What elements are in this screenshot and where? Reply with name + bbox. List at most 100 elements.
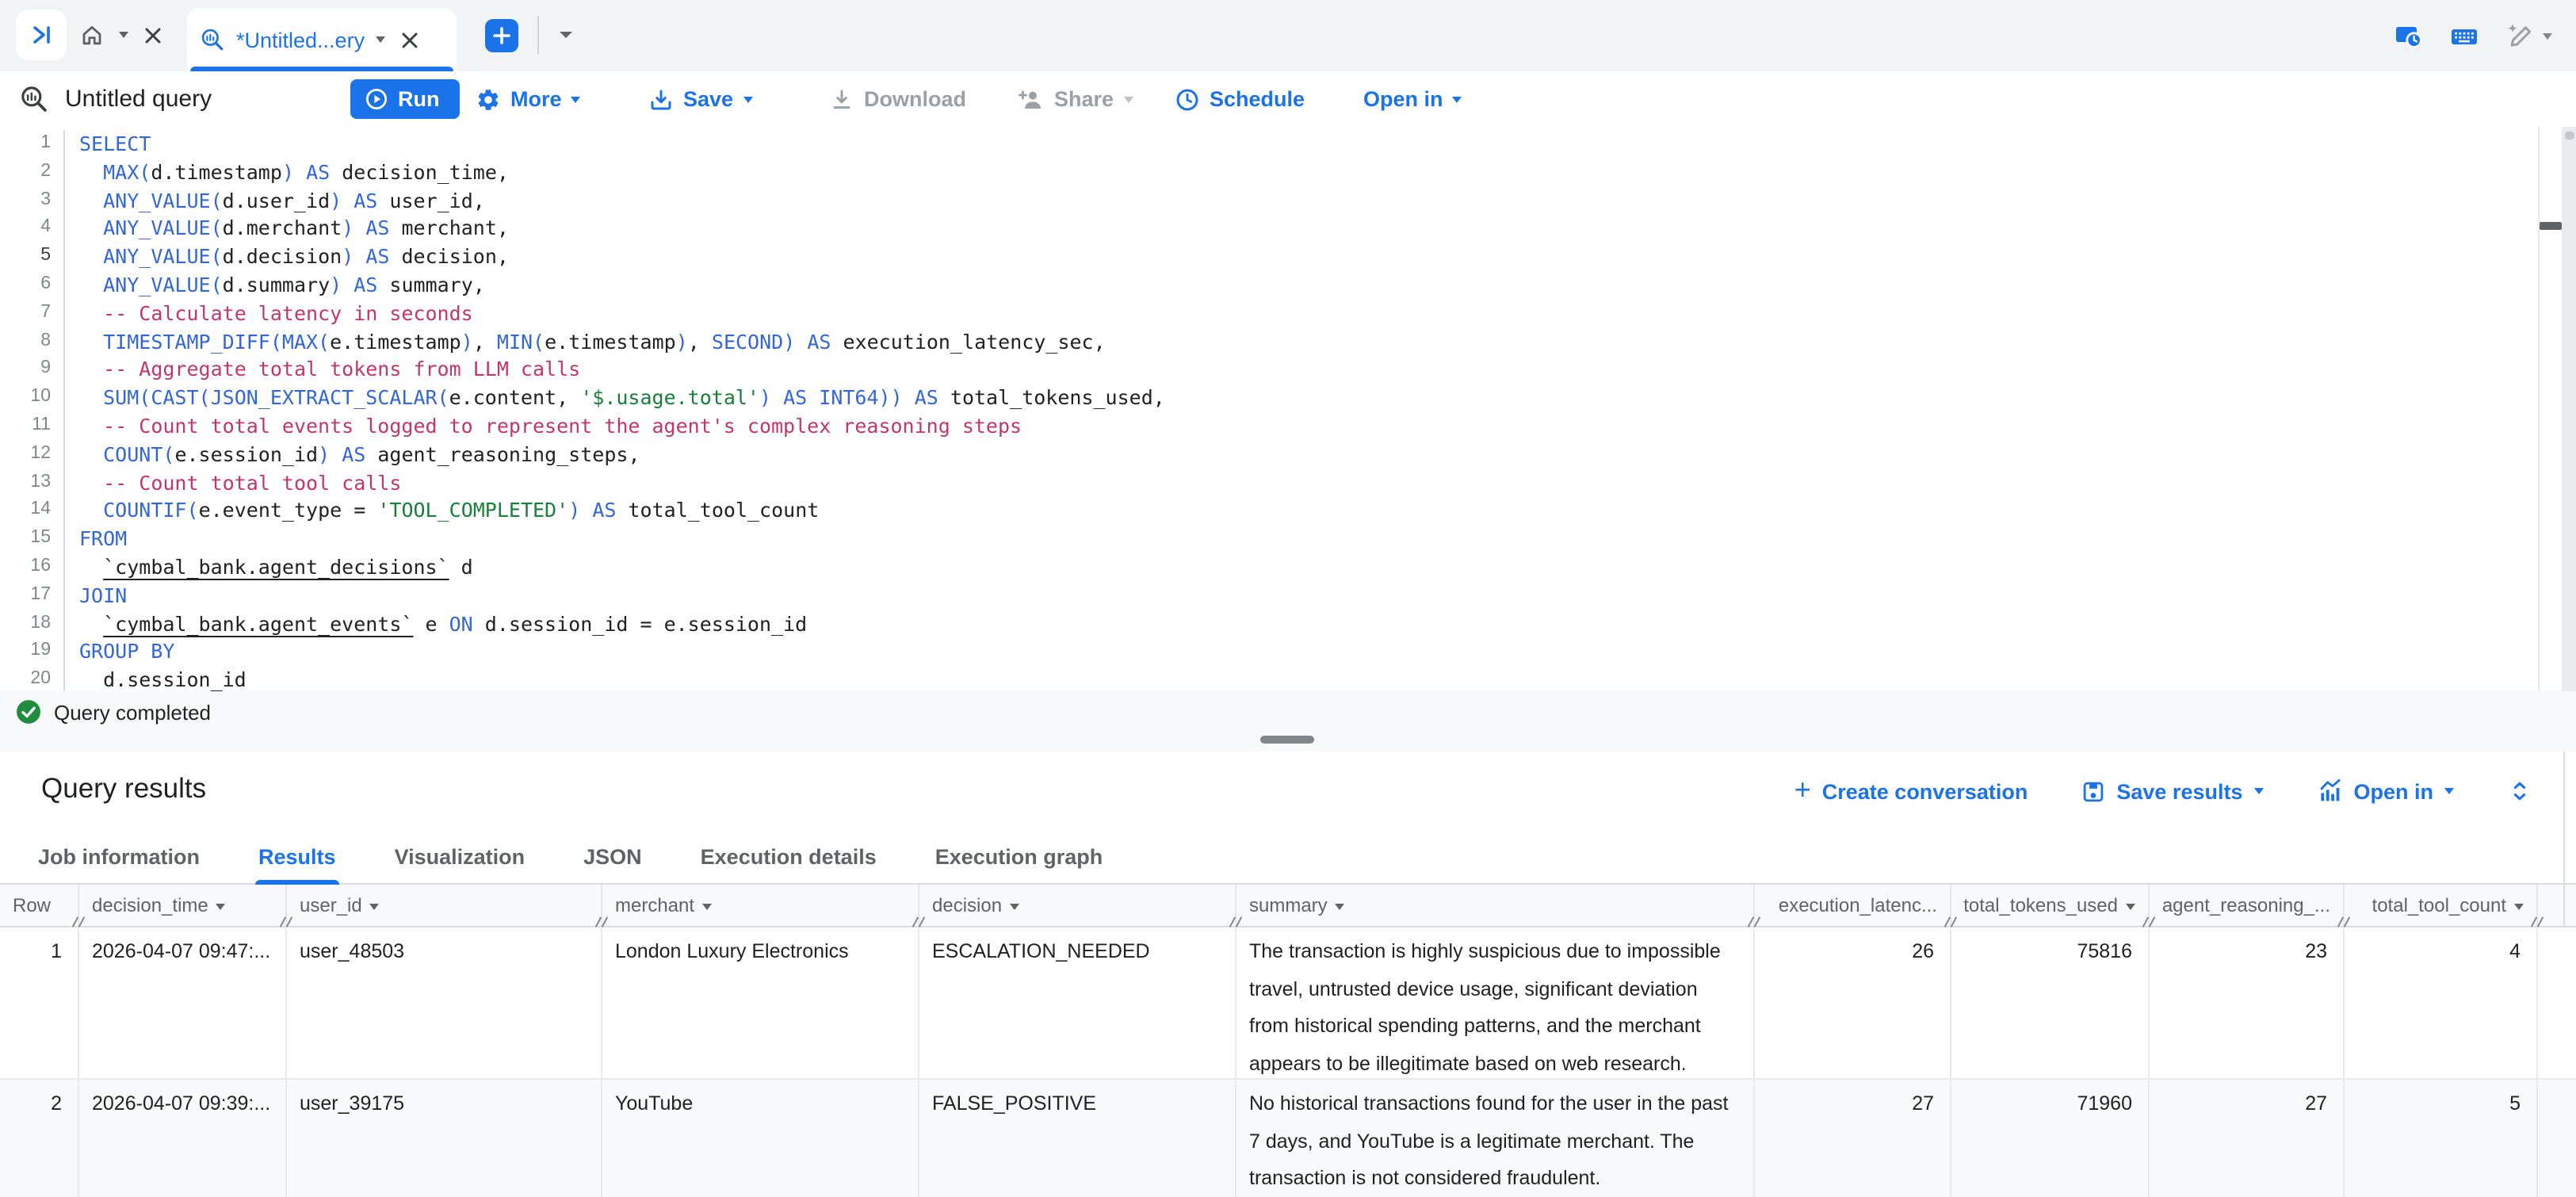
column-header-agent_reasoning_[interactable]: agent_reasoning_...	[2150, 885, 2345, 926]
share-button: Share	[1018, 71, 1133, 127]
column-header-label: decision	[932, 894, 1002, 916]
line-number: 19	[0, 638, 63, 667]
column-resize-handle[interactable]	[912, 916, 926, 929]
results-tab-execution-details[interactable]: Execution details	[701, 831, 877, 883]
results-tab-label: JSON	[583, 845, 642, 869]
results-open-in-button[interactable]: Open in	[2318, 778, 2455, 804]
column-resize-handle[interactable]	[71, 916, 86, 929]
column-resize-handle[interactable]	[1943, 916, 1958, 929]
column-header-summary[interactable]: summary	[1236, 885, 1755, 926]
query-status-label: Query completed	[54, 700, 211, 724]
column-resize-handle[interactable]	[1747, 916, 1761, 929]
run-label: Run	[398, 87, 440, 111]
code-line[interactable]: 2 MAX(d.timestamp) AS decision_time,	[0, 159, 2535, 187]
code-line[interactable]: 18 `cymbal_bank.agent_events` e ON d.ses…	[0, 610, 2535, 638]
tab-list-caret[interactable]	[560, 32, 572, 38]
gutter-divider	[63, 243, 65, 271]
editor-overview-ruler	[2538, 127, 2540, 691]
results-tab-execution-graph[interactable]: Execution graph	[935, 831, 1103, 883]
column-resize-handle[interactable]	[2142, 916, 2156, 929]
query-status: Query completed	[0, 691, 2576, 725]
results-tab-visualization[interactable]: Visualization	[395, 831, 526, 883]
magic-pen-icon	[2506, 21, 2535, 50]
cell-merchant: London Luxury Electronics	[602, 927, 919, 1078]
panel-resize-handle[interactable]	[1260, 735, 1314, 744]
code-line[interactable]: 7 -- Calculate latency in seconds	[0, 300, 2535, 328]
save-button[interactable]: Save	[648, 71, 752, 127]
editor-scrollbar-track[interactable]	[2562, 127, 2576, 691]
code-line[interactable]: 8 TIMESTAMP_DIFF(MAX(e.timestamp), MIN(e…	[0, 327, 2535, 356]
column-header-label: agent_reasoning_...	[2162, 894, 2330, 916]
active-query-tab[interactable]: *Untitled...ery	[187, 8, 457, 71]
code-line[interactable]: 11 -- Count total events logged to repre…	[0, 412, 2535, 441]
gutter-divider	[63, 525, 65, 553]
line-number: 20	[0, 666, 63, 691]
gutter-divider	[63, 215, 65, 243]
new-tab-button[interactable]	[485, 19, 518, 52]
line-number: 18	[0, 610, 63, 638]
column-resize-handle[interactable]	[2530, 916, 2544, 929]
column-header-total_tokens_used[interactable]: total_tokens_used	[1951, 885, 2150, 926]
column-header-execution_latenc[interactable]: execution_latenc...	[1755, 885, 1951, 926]
code-line[interactable]: 17JOIN	[0, 582, 2535, 610]
cell-total_tokens_used: 75816	[1951, 927, 2150, 1078]
code-line[interactable]: 13 -- Count total tool calls	[0, 468, 2535, 497]
code-line[interactable]: 3 ANY_VALUE(d.user_id) AS user_id,	[0, 186, 2535, 215]
sort-caret-icon	[1336, 903, 1345, 909]
open-in-button[interactable]: Open in	[1363, 71, 1462, 127]
home-tab-menu-caret[interactable]	[119, 32, 128, 38]
keyboard-icon[interactable]	[2449, 21, 2479, 50]
column-resize-handle[interactable]	[2337, 916, 2351, 929]
sql-editor[interactable]: 1SELECT2 MAX(d.timestamp) AS decision_ti…	[0, 127, 2576, 691]
active-tab-menu-caret[interactable]	[376, 36, 385, 43]
column-header-merchant[interactable]: merchant	[602, 885, 919, 926]
code-line[interactable]: 14 COUNTIF(e.event_type = 'TOOL_COMPLETE…	[0, 497, 2535, 526]
column-header-label: execution_latenc...	[1779, 894, 1937, 916]
active-tab-label: *Untitled...ery	[236, 28, 365, 52]
home-tab-close-icon[interactable]	[143, 25, 163, 45]
column-resize-handle[interactable]	[1229, 916, 1243, 929]
results-tab-json[interactable]: JSON	[583, 831, 642, 883]
column-header-user_id[interactable]: user_id	[287, 885, 602, 926]
column-header-Row[interactable]: Row	[0, 885, 79, 926]
active-tab-close-icon[interactable]	[399, 29, 420, 50]
run-button[interactable]: Run	[350, 79, 461, 119]
code-line[interactable]: 6 ANY_VALUE(d.summary) AS summary,	[0, 271, 2535, 300]
sort-caret-icon	[2514, 903, 2524, 909]
home-tab[interactable]	[79, 0, 163, 70]
more-button[interactable]: More	[476, 71, 581, 127]
column-header-label: merchant	[615, 894, 694, 916]
code-text: SUM(CAST(JSON_EXTRACT_SCALAR(e.content, …	[79, 384, 1165, 412]
schedule-button[interactable]: Schedule	[1175, 71, 1305, 127]
collapse-panel-button[interactable]	[16, 10, 67, 60]
code-line[interactable]: 4 ANY_VALUE(d.merchant) AS merchant,	[0, 215, 2535, 243]
column-header-decision[interactable]: decision	[919, 885, 1236, 926]
code-line[interactable]: 19GROUP BY	[0, 638, 2535, 667]
column-resize-handle[interactable]	[279, 916, 293, 929]
assist-menu[interactable]	[2506, 21, 2552, 50]
results-tab-results[interactable]: Results	[258, 831, 336, 883]
tab-history-icon[interactable]	[2394, 21, 2422, 50]
code-line[interactable]: 20 d.session_id	[0, 666, 2535, 691]
column-resize-handle[interactable]	[594, 916, 609, 929]
code-line[interactable]: 10 SUM(CAST(JSON_EXTRACT_SCALAR(e.conten…	[0, 384, 2535, 412]
expand-results-icon[interactable]	[2508, 778, 2532, 804]
gutter-divider	[63, 356, 65, 384]
code-line[interactable]: 1SELECT	[0, 130, 2535, 159]
save-results-button[interactable]: Save results	[2081, 779, 2263, 803]
code-line[interactable]: 16 `cymbal_bank.agent_decisions` d	[0, 553, 2535, 582]
code-line[interactable]: 9 -- Aggregate total tokens from LLM cal…	[0, 356, 2535, 384]
code-line[interactable]: 15FROM	[0, 525, 2535, 553]
cell-execution_latenc: 27	[1755, 1080, 1951, 1197]
column-header-decision_time[interactable]: decision_time	[79, 885, 287, 926]
code-line[interactable]: 5 ANY_VALUE(d.decision) AS decision,	[0, 243, 2535, 271]
create-conversation-button[interactable]: + Create conversation	[1794, 778, 2028, 804]
gutter-divider	[63, 384, 65, 412]
code-text: -- Aggregate total tokens from LLM calls	[79, 356, 580, 384]
column-header-total_tool_count[interactable]: total_tool_count	[2345, 885, 2538, 926]
code-line[interactable]: 12 COUNT(e.session_id) AS agent_reasonin…	[0, 441, 2535, 469]
editor-scrollbar-thumb[interactable]	[2540, 222, 2562, 230]
open-in-label: Open in	[1363, 87, 1443, 111]
results-tab-job-information[interactable]: Job information	[38, 831, 200, 883]
code-text: JOIN	[79, 582, 127, 610]
